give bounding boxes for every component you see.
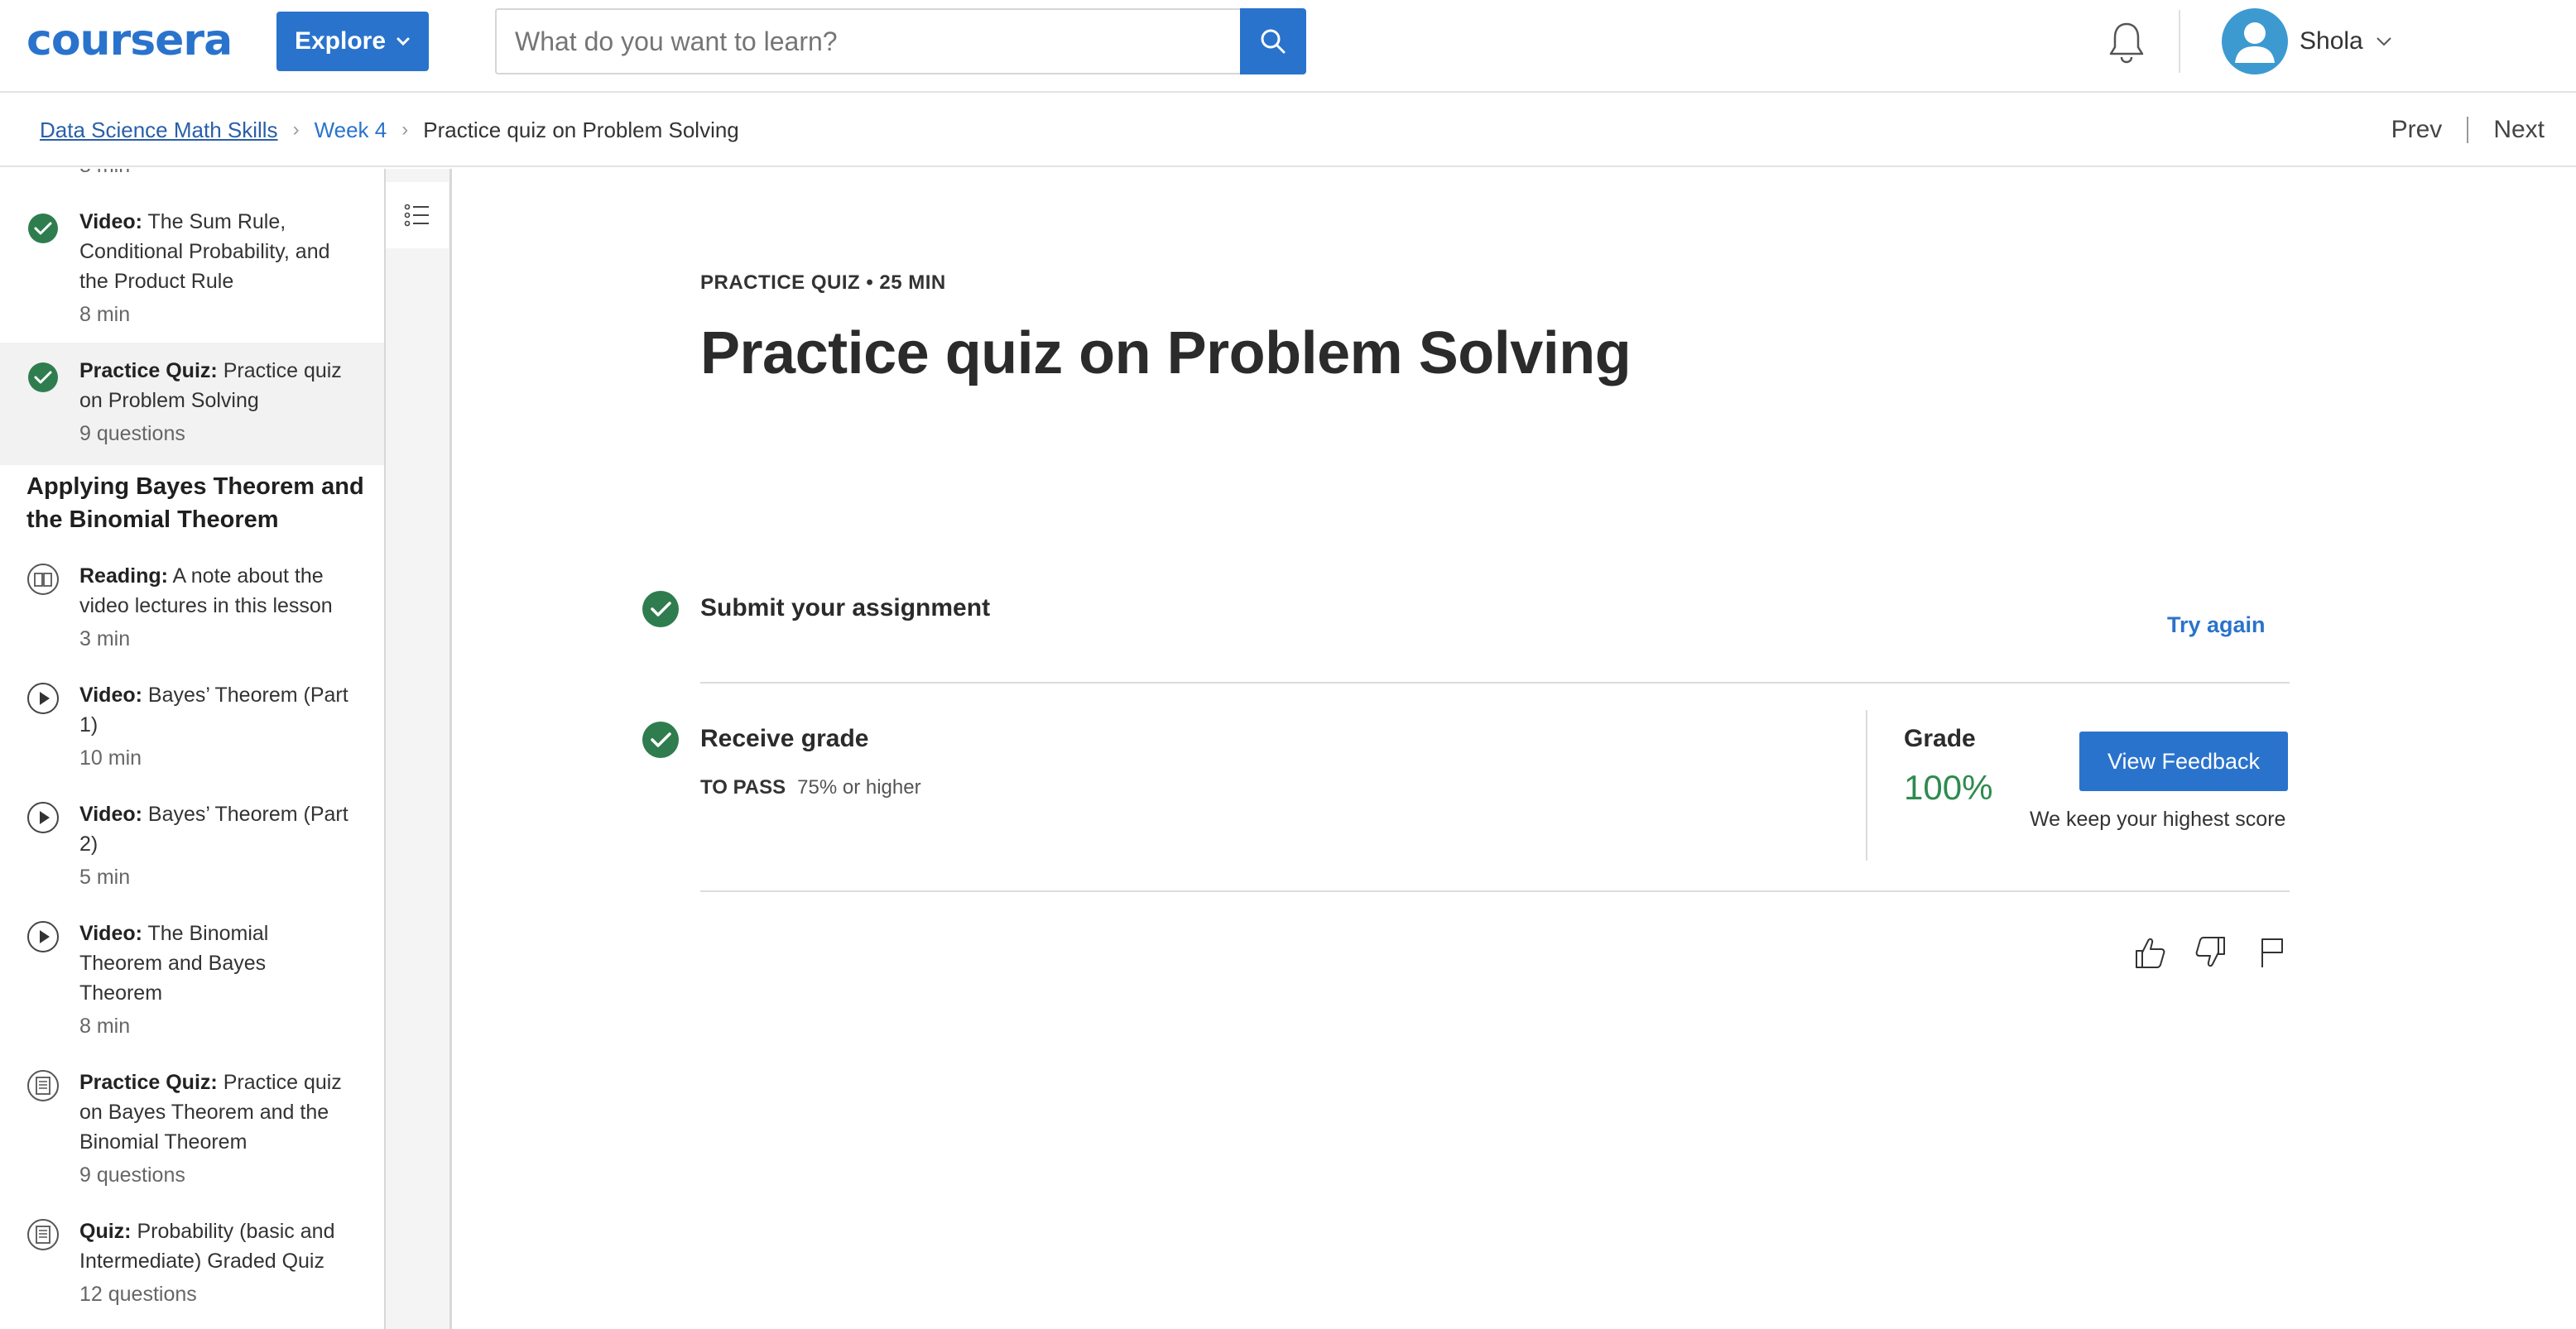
bell-icon [2109, 22, 2144, 64]
sidebar-item-label: Quiz: Probability (basic and Intermediat… [79, 1220, 335, 1273]
sidebar-item-practice-quiz-bayes[interactable]: Practice Quiz: Practice quiz on Bayes Th… [0, 1064, 384, 1190]
sidebar-item-label: Practice Quiz: Practice quiz on Bayes Th… [79, 1071, 342, 1154]
chevron-right-icon: › [292, 118, 300, 141]
passing-requirement: TO PASS 75% or higher [700, 776, 921, 799]
search-input[interactable] [495, 8, 1240, 74]
completed-check-icon [642, 722, 679, 758]
main-content: PRACTICE QUIZ • 25 MIN Practice quiz on … [454, 169, 2576, 1329]
sidebar-section-heading: Applying Bayes Theorem and the Binomial … [26, 473, 364, 533]
flag-icon [2261, 938, 2283, 967]
breadcrumb: Data Science Math Skills › Week 4 › Prac… [40, 93, 739, 167]
submit-assignment-title: Submit your assignment [700, 594, 991, 621]
notifications-button[interactable] [2106, 20, 2147, 66]
divider [700, 890, 2290, 892]
sidebar-item-label: Video: Bayes’ Theorem (Part 2) [79, 803, 348, 856]
completed-check-icon [28, 362, 58, 392]
sidebar-item-meta: 8 min [79, 169, 351, 180]
avatar[interactable] [2222, 8, 2288, 74]
top-header: coursera Explore What do you want to lea… [0, 0, 2576, 93]
sidebar-item-bayes-part-1[interactable]: Video: Bayes’ Theorem (Part 1) 10 min [0, 677, 384, 773]
explore-label: Explore [294, 27, 387, 55]
search-icon [1261, 29, 1286, 54]
prev-button[interactable]: Prev [2391, 116, 2443, 144]
quiz-icon [27, 1070, 59, 1101]
sidebar-item-label: Video: The Sum Rule, Conditional Probabi… [79, 210, 330, 293]
page: coursera Explore What do you want to lea… [0, 0, 2576, 1329]
sidebar-item-practice-quiz-problem-solving[interactable]: Practice Quiz: Practice quiz on Problem … [0, 343, 384, 465]
sidebar-item-meta: 9 questions [79, 422, 185, 445]
divider [700, 682, 2290, 684]
highest-score-note: We keep your highest score [2030, 808, 2286, 831]
sidebar-item-label: Video: The Binomial Theorem and Bayes Th… [79, 922, 269, 1005]
try-again-link[interactable]: Try again [2167, 612, 2266, 638]
play-icon [27, 683, 59, 714]
chevron-right-icon: › [401, 118, 409, 141]
toc-strip [386, 169, 452, 1329]
next-button[interactable]: Next [2493, 116, 2545, 144]
sidebar-item-label: Practice Quiz: Practice quiz on Problem … [79, 359, 342, 412]
list-icon [404, 204, 429, 227]
dislike-button[interactable] [2189, 930, 2233, 975]
feedback-actions [2127, 930, 2295, 975]
course-sidebar: 8 min Video: The Sum Rule, Conditional P… [0, 169, 386, 1329]
breadcrumb-current: Practice quiz on Problem Solving [423, 117, 739, 142]
nav-divider [2467, 117, 2469, 143]
sidebar-item-graded-quiz[interactable]: Quiz: Probability (basic and Intermediat… [0, 1213, 384, 1309]
grade-label: Grade [1904, 725, 1976, 752]
sidebar-item-label: Video: Bayes’ Theorem (Part 1) [79, 684, 348, 736]
play-icon [27, 802, 59, 833]
sidebar-item-meta: 9 questions [79, 1163, 185, 1187]
user-avatar-icon [2235, 22, 2275, 63]
breadcrumb-bar: Data Science Math Skills › Week 4 › Prac… [0, 93, 2576, 167]
sidebar-item-meta: 8 min [79, 1015, 131, 1038]
toggle-outline-button[interactable] [386, 182, 449, 248]
explore-button[interactable]: Explore [276, 12, 429, 71]
user-name: Shola [2300, 27, 2363, 55]
breadcrumb-week-link[interactable]: Week 4 [315, 118, 387, 143]
like-button[interactable] [2127, 930, 2172, 975]
sidebar-item-label: Reading: A note about the video lectures… [79, 564, 333, 617]
sidebar-item-meta: 5 min [79, 866, 131, 889]
sidebar-item-reading-note[interactable]: Reading: A note about the video lectures… [0, 558, 384, 654]
thumbs-up-icon [2136, 938, 2165, 968]
view-feedback-button[interactable]: View Feedback [2079, 732, 2288, 791]
sidebar-item-meta: 12 questions [79, 1283, 197, 1306]
grade-divider [1866, 710, 1867, 861]
breadcrumb-course-link[interactable]: Data Science Math Skills [40, 118, 278, 143]
chevron-down-icon [2377, 37, 2391, 46]
chevron-down-icon [396, 37, 410, 46]
coursera-logo[interactable]: coursera [26, 12, 233, 70]
page-title: Practice quiz on Problem Solving [700, 320, 1632, 386]
receive-grade-title: Receive grade [700, 725, 869, 752]
user-menu[interactable]: Shola [2222, 8, 2393, 74]
sidebar-item-bayes-part-2[interactable]: Video: Bayes’ Theorem (Part 2) 5 min [0, 796, 384, 892]
sidebar-item-sum-rule[interactable]: Video: The Sum Rule, Conditional Probabi… [0, 202, 384, 339]
header-divider [2179, 10, 2180, 73]
sidebar-item-meta: 10 min [79, 746, 142, 770]
sidebar-item-partial[interactable]: 8 min [0, 169, 384, 180]
book-icon [27, 564, 59, 595]
completed-check-icon [28, 214, 58, 243]
grade-value: 100% [1904, 768, 1993, 807]
sidebar-item-binomial-theorem[interactable]: Video: The Binomial Theorem and Bayes Th… [0, 915, 384, 1041]
completed-check-icon [642, 591, 679, 627]
play-icon [27, 921, 59, 952]
report-button[interactable] [2250, 930, 2295, 975]
prev-next-nav: Prev Next [2391, 93, 2545, 167]
sidebar-item-meta: 8 min [79, 303, 131, 326]
sidebar-item-meta: 3 min [79, 627, 131, 650]
thumbs-down-icon [2195, 937, 2225, 967]
search-button[interactable] [1240, 8, 1306, 74]
quiz-icon [27, 1219, 59, 1250]
item-kicker: PRACTICE QUIZ • 25 MIN [700, 271, 946, 294]
